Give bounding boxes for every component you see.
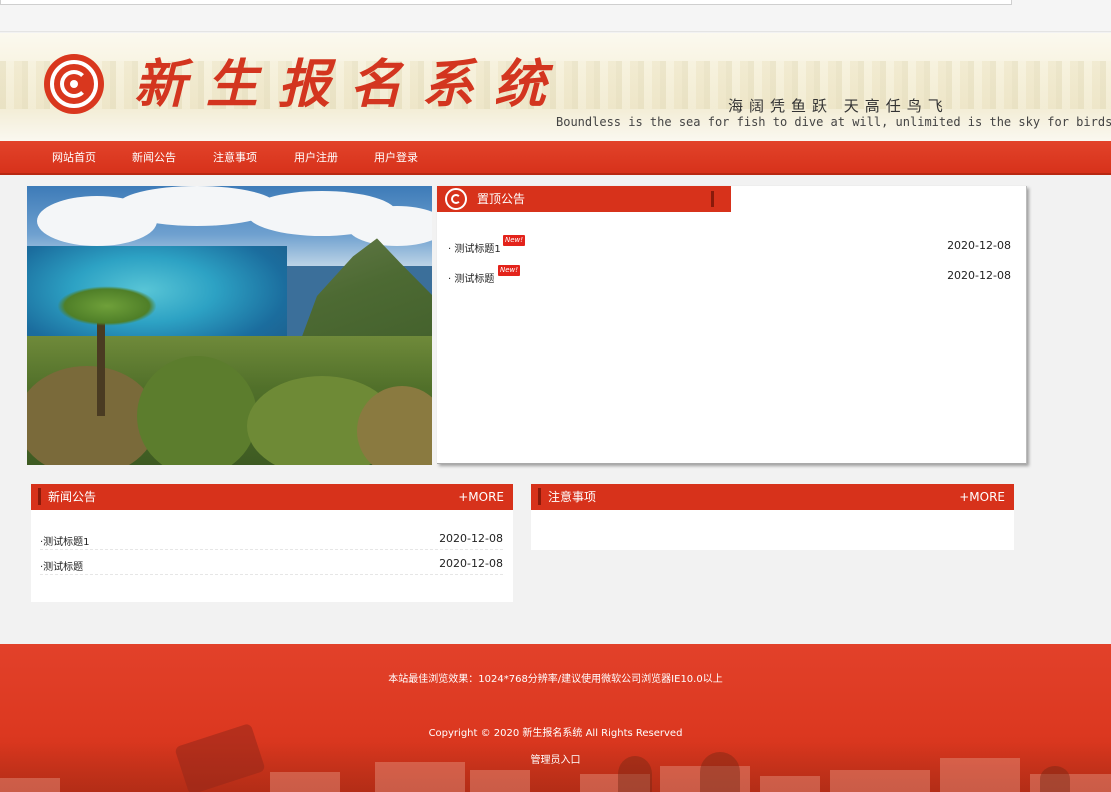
nav-item-notices[interactable]: 注意事项 bbox=[213, 141, 257, 175]
header-accent-bar bbox=[538, 488, 541, 505]
news-item-title[interactable]: ·测试标题 bbox=[40, 558, 83, 573]
footer-copyright: Copyright © 2020 新生报名系统 All Rights Reser… bbox=[428, 728, 683, 739]
nav-item-home[interactable]: 网站首页 bbox=[52, 141, 96, 175]
pinned-announcements-panel: 置顶公告 · 测试标题1 New! 2020-12-08 · 测试标题 New!… bbox=[437, 186, 1027, 464]
site-footer: 本站最佳浏览效果：1024*768分辨率/建议使用微软公司浏览器IE10.0以上… bbox=[0, 644, 1111, 792]
site-logo-icon bbox=[44, 54, 104, 114]
pinned-item-title[interactable]: · 测试标题1 bbox=[448, 240, 501, 255]
list-item[interactable]: · 测试标题 New! 2020-12-08 bbox=[448, 265, 1011, 286]
nav-item-login[interactable]: 用户登录 bbox=[374, 141, 418, 175]
footer-browser-tip: 本站最佳浏览效果：1024*768分辨率/建议使用微软公司浏览器IE10.0以上 bbox=[388, 674, 723, 685]
pinned-item-title[interactable]: · 测试标题 bbox=[448, 270, 494, 285]
address-bar-edge bbox=[0, 0, 1012, 5]
browser-top-strip bbox=[0, 0, 1111, 32]
nav-item-register[interactable]: 用户注册 bbox=[294, 141, 338, 175]
pinned-panel-title: 置顶公告 bbox=[477, 192, 526, 206]
news-panel-title: 新闻公告 bbox=[48, 490, 97, 504]
slogan-chinese: 海阔凭鱼跃 天高任鸟飞 bbox=[728, 97, 949, 115]
nav-item-news[interactable]: 新闻公告 bbox=[132, 141, 176, 175]
notice-more-link[interactable]: +MORE bbox=[959, 484, 1005, 510]
new-badge: New! bbox=[503, 235, 526, 246]
list-item[interactable]: ·测试标题 2020-12-08 bbox=[40, 553, 503, 575]
main-nav: 网站首页 新闻公告 注意事项 用户注册 用户登录 bbox=[0, 141, 1111, 175]
news-more-link[interactable]: +MORE bbox=[458, 484, 504, 510]
pinned-logo-icon bbox=[445, 188, 467, 210]
pinned-item-date: 2020-12-08 bbox=[947, 269, 1011, 282]
slogan-english: Boundless is the sea for fish to dive at… bbox=[556, 115, 1111, 129]
header-accent-bar bbox=[711, 191, 714, 207]
news-item-title[interactable]: ·测试标题1 bbox=[40, 533, 90, 548]
list-item[interactable]: · 测试标题1 New! 2020-12-08 bbox=[448, 235, 1011, 256]
admin-login-link[interactable]: 管理员入口 bbox=[0, 751, 1111, 766]
site-header: 新生报名系统 海阔凭鱼跃 天高任鸟飞 Boundless is the sea … bbox=[0, 33, 1111, 141]
list-item[interactable]: ·测试标题1 2020-12-08 bbox=[40, 528, 503, 550]
notice-panel-header: 注意事项 +MORE bbox=[531, 484, 1014, 510]
notice-panel: 注意事项 +MORE bbox=[531, 484, 1014, 550]
site-title: 新生报名系统 bbox=[134, 54, 567, 115]
notice-panel-title: 注意事项 bbox=[548, 490, 597, 504]
new-badge: New! bbox=[498, 265, 521, 276]
news-item-date: 2020-12-08 bbox=[439, 557, 503, 570]
pinned-panel-header: 置顶公告 bbox=[437, 186, 731, 212]
banner-image bbox=[27, 186, 432, 465]
header-accent-bar bbox=[38, 488, 41, 505]
pinned-item-date: 2020-12-08 bbox=[947, 239, 1011, 252]
news-item-date: 2020-12-08 bbox=[439, 532, 503, 545]
news-panel: 新闻公告 +MORE ·测试标题1 2020-12-08 ·测试标题 2020-… bbox=[31, 484, 513, 602]
news-panel-header: 新闻公告 +MORE bbox=[31, 484, 513, 510]
